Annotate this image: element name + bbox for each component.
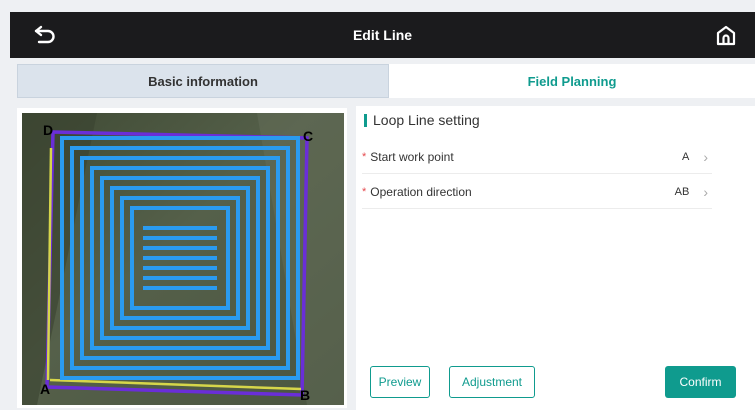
required-star: * [362, 150, 367, 163]
corner-label-c: C [303, 128, 313, 144]
home-button[interactable] [711, 21, 741, 49]
start-work-point-label: Start work point [370, 149, 454, 164]
corner-label-a: A [40, 381, 50, 397]
start-work-point-value: A [681, 150, 690, 163]
operation-direction-row[interactable]: * Operation direction AB › [362, 175, 712, 209]
adjustment-button[interactable]: Adjustment [449, 366, 535, 398]
corner-label-d: D [43, 122, 53, 138]
section-header: Loop Line setting [364, 112, 480, 128]
header-bar: Edit Line [10, 12, 755, 58]
tab-basic-information[interactable]: Basic information [17, 64, 389, 98]
corner-label-b: B [300, 387, 310, 403]
section-title: Loop Line setting [373, 112, 480, 128]
operation-direction-value: AB [674, 185, 690, 198]
app-screen: Edit Line Basic information Field Planni… [0, 0, 755, 410]
tab-bar: Basic information Field Planning [17, 64, 755, 98]
start-work-point-row[interactable]: * Start work point A › [362, 140, 712, 174]
back-button[interactable] [30, 22, 60, 48]
home-icon [716, 25, 736, 46]
settings-panel: Loop Line setting * Start work point A ›… [356, 106, 755, 410]
chevron-right-icon: › [703, 148, 708, 165]
page-title: Edit Line [352, 27, 413, 43]
confirm-button[interactable]: Confirm [665, 366, 736, 398]
required-star: * [362, 185, 367, 198]
operation-direction-label: Operation direction [370, 184, 472, 199]
preview-button[interactable]: Preview [370, 366, 430, 398]
field-map-canvas: D C A B [22, 113, 344, 405]
back-arrow-icon [34, 25, 55, 44]
field-map[interactable]: D C A B [17, 108, 347, 408]
section-accent-bar [364, 113, 367, 127]
tab-field-planning[interactable]: Field Planning [389, 64, 755, 98]
chevron-right-icon: › [703, 183, 708, 200]
